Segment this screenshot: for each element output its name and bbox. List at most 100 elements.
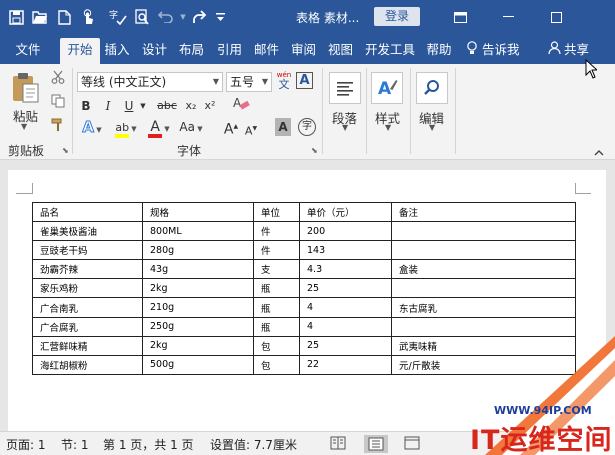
table-cell[interactable]: 盒装 <box>391 259 576 280</box>
new-icon[interactable] <box>52 6 76 28</box>
table-cell[interactable]: 广合南乳 <box>32 297 143 318</box>
paragraph-icon[interactable] <box>329 72 361 104</box>
table-header-cell[interactable]: 规格 <box>142 201 254 223</box>
table-cell[interactable]: 4 <box>299 297 392 318</box>
font-name-combobox[interactable]: 等线 (中文正文) ▼ <box>77 72 223 92</box>
table-cell[interactable] <box>391 240 576 261</box>
copy-icon[interactable] <box>48 94 68 114</box>
touch-mode-icon[interactable] <box>76 6 100 28</box>
text-effects-button[interactable]: A ▼ <box>80 117 104 137</box>
table-cell[interactable]: 25 <box>299 278 392 299</box>
table-cell[interactable]: 250g <box>142 316 254 337</box>
chevron-down-icon[interactable]: ▼ <box>342 123 348 132</box>
status-page-count[interactable]: 第 1 页，共 1 页 <box>103 436 194 453</box>
table-header-cell[interactable]: 单位 <box>253 201 300 223</box>
table-cell[interactable]: 广合腐乳 <box>32 316 143 337</box>
clipboard-launcher-icon[interactable]: ⬊ <box>62 146 69 155</box>
table-cell[interactable]: 800ML <box>142 221 254 242</box>
table-cell[interactable]: 件 <box>253 221 300 242</box>
tab-mailings[interactable]: 邮件 <box>250 38 283 64</box>
tab-developer[interactable]: 开发工具 <box>361 38 419 64</box>
tab-references[interactable]: 引用 <box>213 38 246 64</box>
table-cell[interactable]: 瓶 <box>253 316 300 337</box>
table-cell[interactable]: 劲霸芥辣 <box>32 259 143 280</box>
cut-icon[interactable] <box>48 70 68 90</box>
table-cell[interactable]: 143 <box>299 240 392 261</box>
table-cell[interactable]: 43g <box>142 259 254 280</box>
table-cell[interactable]: 210g <box>142 297 254 318</box>
font-launcher-icon[interactable]: ⬊ <box>311 146 318 155</box>
find-icon[interactable] <box>130 6 154 28</box>
login-button[interactable]: 登录 <box>374 7 420 26</box>
tab-home[interactable]: 开始 <box>60 38 100 64</box>
chevron-down-icon[interactable]: ▼ <box>213 73 219 91</box>
search-icon[interactable] <box>416 72 448 104</box>
shrink-font-button[interactable]: A▼ <box>243 119 259 139</box>
spelling-icon[interactable]: 字 <box>106 6 130 28</box>
tab-review[interactable]: 审阅 <box>287 38 320 64</box>
bold-button[interactable]: B <box>78 96 94 116</box>
font-size-combobox[interactable]: 五号 ▼ <box>226 72 272 92</box>
customize-qat-icon[interactable] <box>212 6 228 28</box>
table-cell[interactable]: 280g <box>142 240 254 261</box>
table-cell[interactable]: 25 <box>299 335 392 356</box>
table-cell[interactable]: 家乐鸡粉 <box>32 278 143 299</box>
superscript-button[interactable]: x² <box>202 96 218 116</box>
table-cell[interactable]: 包 <box>253 335 300 356</box>
table-cell[interactable]: 瓶 <box>253 297 300 318</box>
collapse-ribbon-icon[interactable] <box>594 148 604 159</box>
tab-design[interactable]: 设计 <box>138 38 171 64</box>
format-painter-icon[interactable] <box>48 118 68 138</box>
maximize-icon[interactable] <box>532 0 580 34</box>
paste-dropdown-icon[interactable]: ▼ <box>21 122 27 131</box>
table-cell[interactable]: 4.3 <box>299 259 392 280</box>
italic-button[interactable]: I <box>101 96 115 116</box>
table-cell[interactable]: 元/斤散装 <box>391 354 576 375</box>
character-shading-button[interactable]: A <box>275 118 291 136</box>
table-cell[interactable]: 200 <box>299 221 392 242</box>
table-cell[interactable]: 雀巢美极酱油 <box>32 221 143 242</box>
table-cell[interactable]: 件 <box>253 240 300 261</box>
table-cell[interactable]: 2kg <box>142 278 254 299</box>
table-cell[interactable] <box>391 278 576 299</box>
tab-insert[interactable]: 插入 <box>101 38 133 64</box>
table-cell[interactable]: 包 <box>253 354 300 375</box>
underline-button[interactable]: U <box>122 96 136 116</box>
web-layout-icon[interactable] <box>404 436 422 452</box>
table-cell[interactable]: 豆豉老干妈 <box>32 240 143 261</box>
clear-formatting-icon[interactable]: A <box>231 95 251 115</box>
data-table[interactable]: 品名 规格 单位 单价（元） 备注 雀巢美极酱油 800ML 件 200 豆豉老… <box>32 201 576 375</box>
chevron-down-icon[interactable]: ▼ <box>429 123 435 132</box>
ribbon-display-options-icon[interactable] <box>436 0 484 34</box>
table-cell[interactable]: 支 <box>253 259 300 280</box>
phonetic-guide-button[interactable]: wén 文 <box>275 70 293 92</box>
styles-icon[interactable]: A <box>371 72 403 104</box>
minimize-icon[interactable] <box>484 0 532 34</box>
table-cell[interactable]: 2kg <box>142 335 254 356</box>
character-border-button[interactable]: A <box>296 72 313 89</box>
chevron-down-icon[interactable]: ▼ <box>385 123 391 132</box>
table-cell[interactable]: 东古腐乳 <box>391 297 576 318</box>
font-color-button[interactable]: A ▼ <box>146 117 172 138</box>
tab-layout[interactable]: 布局 <box>175 38 208 64</box>
document-page[interactable]: 品名 规格 单位 单价（元） 备注 雀巢美极酱油 800ML 件 200 豆豉老… <box>8 170 606 431</box>
table-cell[interactable]: 武夷味精 <box>391 335 576 356</box>
tell-me-search[interactable]: 告诉我 <box>466 38 520 62</box>
table-cell[interactable]: 瓶 <box>253 278 300 299</box>
chevron-down-icon[interactable]: ▼ <box>139 96 147 116</box>
table-cell[interactable]: 汇营鲜味精 <box>32 335 143 356</box>
undo-icon[interactable] <box>154 6 178 28</box>
strikethrough-button[interactable]: abc <box>155 96 179 116</box>
tab-file[interactable]: 文件 <box>6 38 50 64</box>
tab-help[interactable]: 帮助 <box>422 38 456 64</box>
redo-icon[interactable] <box>188 6 212 28</box>
undo-dropdown-icon[interactable]: ▼ <box>178 6 188 28</box>
open-icon[interactable] <box>28 6 52 28</box>
table-header-cell[interactable]: 单价（元） <box>299 201 392 223</box>
table-cell[interactable]: 500g <box>142 354 254 375</box>
tab-view[interactable]: 视图 <box>324 38 357 64</box>
table-cell[interactable]: 22 <box>299 354 392 375</box>
share-button[interactable]: 共享 <box>548 38 589 62</box>
grow-font-button[interactable]: A▲ <box>223 117 239 138</box>
save-icon[interactable] <box>4 6 28 28</box>
